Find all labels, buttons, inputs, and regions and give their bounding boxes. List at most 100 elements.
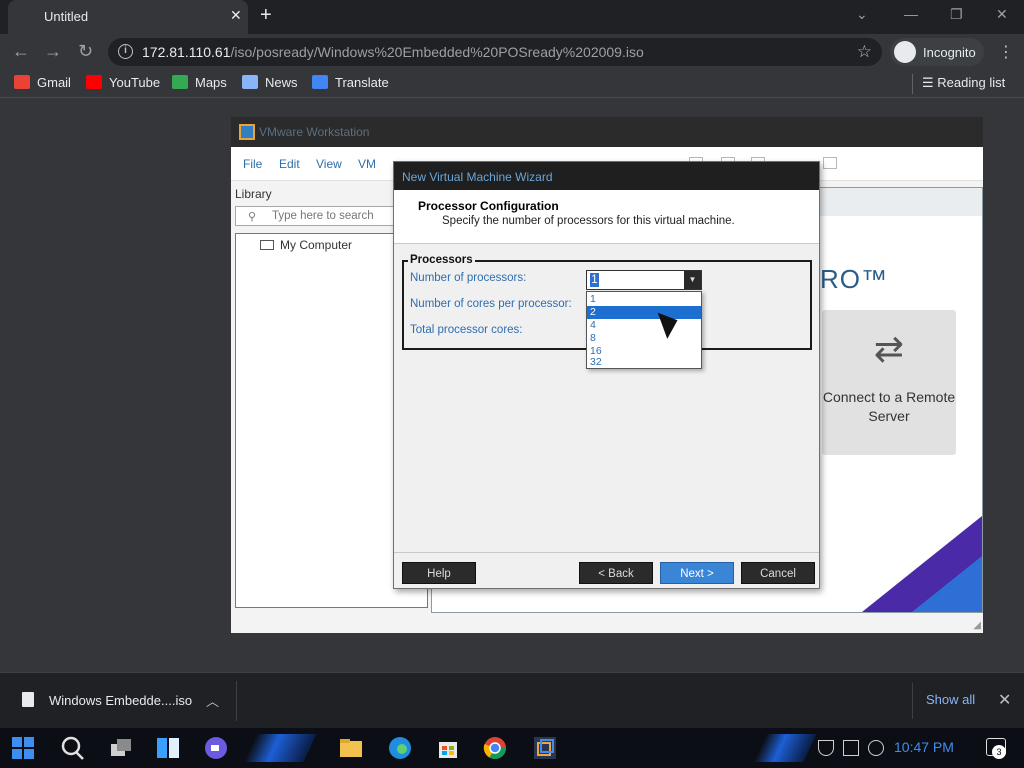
task-view-icon[interactable] <box>108 735 134 761</box>
help-button[interactable]: Help <box>402 562 476 584</box>
incognito-icon <box>894 41 916 63</box>
console-icon[interactable] <box>823 157 837 169</box>
bookmarks-bar: Gmail YouTube Maps News Translate ☰ Read… <box>0 70 1024 98</box>
bookmark-label: News <box>265 75 298 90</box>
store-icon[interactable] <box>435 735 461 761</box>
show-all-button[interactable]: Show all <box>926 692 975 707</box>
tab-search-icon[interactable]: ⌄ <box>856 6 868 23</box>
wizard-header: Processor Configuration Specify the numb… <box>394 190 819 244</box>
back-button[interactable]: < Back <box>579 562 653 584</box>
shelf-divider <box>236 681 237 721</box>
widgets-icon[interactable] <box>155 735 181 761</box>
download-item[interactable]: Windows Embedde....iso <box>49 693 192 708</box>
bookmark-star-icon[interactable]: ☆ <box>857 42 872 62</box>
wizard-subheading: Specify the number of processors for thi… <box>442 215 735 227</box>
brand-graphic-accent <box>912 556 982 612</box>
num-processors-label: Number of processors: <box>410 272 527 284</box>
news-icon <box>242 75 258 89</box>
menu-file[interactable]: File <box>243 157 262 171</box>
menu-edit[interactable]: Edit <box>279 157 300 171</box>
bookmark-label: Translate <box>335 75 389 90</box>
resize-grip-icon[interactable]: ◢ <box>973 620 981 631</box>
edge-browser-icon[interactable] <box>387 735 413 761</box>
search-icon[interactable] <box>60 735 86 761</box>
incognito-badge[interactable]: Incognito <box>890 38 984 66</box>
selected-value: 1 <box>590 273 599 287</box>
processors-group-label: Processors <box>408 254 475 266</box>
vmware-taskbar-icon[interactable] <box>532 735 558 761</box>
cancel-button[interactable]: Cancel <box>741 562 815 584</box>
chrome-icon[interactable] <box>482 735 508 761</box>
close-shelf-icon[interactable]: ✕ <box>998 690 1011 710</box>
new-tab-icon[interactable]: + <box>260 4 272 27</box>
menu-kebab-icon[interactable]: ⋮ <box>998 42 1014 62</box>
tab-close-icon[interactable]: ✕ <box>230 7 242 24</box>
forward-arrow-icon[interactable]: → <box>44 41 62 62</box>
num-processors-select[interactable]: 1 ▼ <box>586 270 702 290</box>
dropdown-option[interactable]: 1 <box>587 293 701 306</box>
swap-arrows-icon: ⇄ <box>873 328 905 369</box>
total-cores-label: Total processor cores: <box>410 324 523 336</box>
monitor-icon <box>260 240 274 250</box>
menu-view[interactable]: View <box>316 157 342 171</box>
bookmark-gmail[interactable]: Gmail <box>14 75 71 90</box>
restore-icon[interactable]: ❐ <box>950 6 963 23</box>
connect-remote-server-button[interactable]: ⇄ Connect to a Remote Server <box>822 310 956 455</box>
taskbar-decoration <box>243 734 317 762</box>
bookmark-news[interactable]: News <box>242 75 298 90</box>
bookmark-label: YouTube <box>109 75 161 90</box>
vmware-logo-icon <box>239 124 255 140</box>
menu-vm[interactable]: VM <box>358 157 376 171</box>
dropdown-option-highlighted[interactable]: 2 <box>587 306 701 319</box>
wizard-title-bar: New Virtual Machine Wizard <box>394 162 819 190</box>
new-vm-wizard-dialog: New Virtual Machine Wizard Processor Con… <box>393 161 820 589</box>
clock[interactable]: 10:47 PM <box>894 739 954 755</box>
file-explorer-icon[interactable] <box>338 735 364 761</box>
file-icon <box>22 692 34 707</box>
close-window-icon[interactable]: ✕ <box>996 6 1008 23</box>
security-shield-icon[interactable] <box>818 740 834 756</box>
search-placeholder: Type here to search <box>272 210 374 222</box>
search-icon: ⚲ <box>248 211 257 223</box>
download-shelf: Windows Embedde....iso ︿ Show all ✕ <box>0 672 1024 728</box>
url-text[interactable]: 172.81.110.61/iso/posready/Windows%20Emb… <box>142 44 644 60</box>
cores-per-processor-label: Number of cores per processor: <box>410 298 572 310</box>
notification-count-badge: 3 <box>992 745 1006 759</box>
teams-chat-icon[interactable] <box>203 735 229 761</box>
youtube-icon <box>86 75 102 89</box>
reading-list-button[interactable]: ☰ Reading list <box>922 75 1005 91</box>
dropdown-option[interactable]: 4 <box>587 319 701 332</box>
library-label: Library <box>235 187 272 201</box>
taskbar-decoration <box>753 734 817 762</box>
bookmark-label: Maps <box>195 75 227 90</box>
dropdown-arrow-icon[interactable]: ▼ <box>684 271 701 289</box>
wizard-title: New Virtual Machine Wizard <box>402 170 553 184</box>
bookmark-translate[interactable]: Translate <box>312 75 389 90</box>
start-icon[interactable] <box>10 735 36 761</box>
address-bar[interactable]: i 172.81.110.61/iso/posready/Windows%20E… <box>108 38 882 66</box>
display-icon[interactable] <box>843 740 859 756</box>
site-info-icon[interactable]: i <box>118 44 133 59</box>
dropdown-option[interactable]: 8 <box>587 332 701 345</box>
next-button[interactable]: Next > <box>660 562 734 584</box>
processors-dropdown-list: 1 2 4 8 16 32 <box>586 291 702 369</box>
bookmark-label: Gmail <box>37 75 71 90</box>
browser-tab[interactable]: Untitled ✕ <box>8 0 248 34</box>
minimize-icon[interactable]: — <box>904 6 918 22</box>
incognito-label: Incognito <box>923 45 976 60</box>
url-host: 172.81.110.61 <box>142 44 231 60</box>
back-arrow-icon[interactable]: ← <box>12 41 30 62</box>
volume-icon[interactable] <box>868 740 884 756</box>
reading-list-label: Reading list <box>937 75 1006 90</box>
url-path: /iso/posready/Windows%20Embedded%20POSre… <box>230 44 644 60</box>
dropdown-option[interactable]: 32 <box>587 356 701 369</box>
wizard-divider <box>394 552 819 553</box>
tree-item-my-computer[interactable]: My Computer <box>260 238 352 252</box>
chevron-up-icon[interactable]: ︿ <box>206 691 219 710</box>
bookmarks-divider <box>912 74 913 94</box>
bookmark-youtube[interactable]: YouTube <box>86 75 160 90</box>
bookmark-maps[interactable]: Maps <box>172 75 227 90</box>
reload-icon[interactable]: ↻ <box>78 41 93 62</box>
vmware-title-bar: VMware Workstation <box>231 117 983 147</box>
tab-title: Untitled <box>44 9 89 24</box>
